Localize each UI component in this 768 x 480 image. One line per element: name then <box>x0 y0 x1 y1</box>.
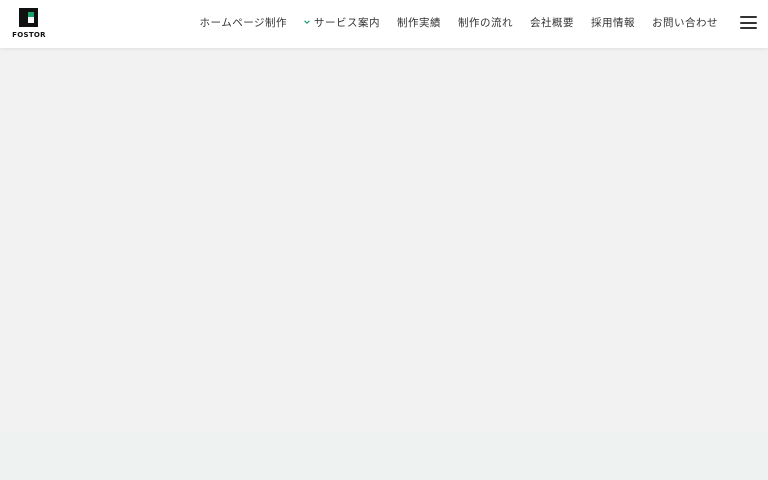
nav-label: 採用情報 <box>591 16 635 29</box>
chevron-down-icon <box>304 20 310 25</box>
fostor-logo[interactable]: FOSTOR <box>12 8 46 42</box>
main-nav: ホームページ制作 サービス案内 制作実績 制作の流れ 会社概要 採用情報 お問い… <box>200 0 718 44</box>
hero-area <box>0 48 768 432</box>
nav-label: 会社概要 <box>530 16 574 29</box>
logo-mark-icon <box>19 8 38 27</box>
nav-label: 制作実績 <box>397 16 441 29</box>
nav-item-works[interactable]: 制作実績 <box>397 15 441 30</box>
next-section <box>0 432 768 480</box>
nav-item-process[interactable]: 制作の流れ <box>458 15 513 30</box>
nav-item-services[interactable]: サービス案内 <box>304 15 380 30</box>
nav-item-contact[interactable]: お問い合わせ <box>652 15 718 30</box>
site-header: FOSTOR ホームページ制作 サービス案内 制作実績 制作の流れ 会社概要 採… <box>0 0 768 48</box>
nav-item-recruit[interactable]: 採用情報 <box>591 15 635 30</box>
nav-label: サービス案内 <box>314 16 380 29</box>
nav-label: 制作の流れ <box>458 16 513 29</box>
nav-item-homepage-production[interactable]: ホームページ制作 <box>200 15 287 30</box>
logo-text: FOSTOR <box>12 31 46 39</box>
hamburger-menu-icon[interactable] <box>740 15 757 30</box>
nav-label: ホームページ制作 <box>199 16 287 29</box>
nav-item-company[interactable]: 会社概要 <box>530 15 574 30</box>
nav-label: お問い合わせ <box>652 16 718 29</box>
